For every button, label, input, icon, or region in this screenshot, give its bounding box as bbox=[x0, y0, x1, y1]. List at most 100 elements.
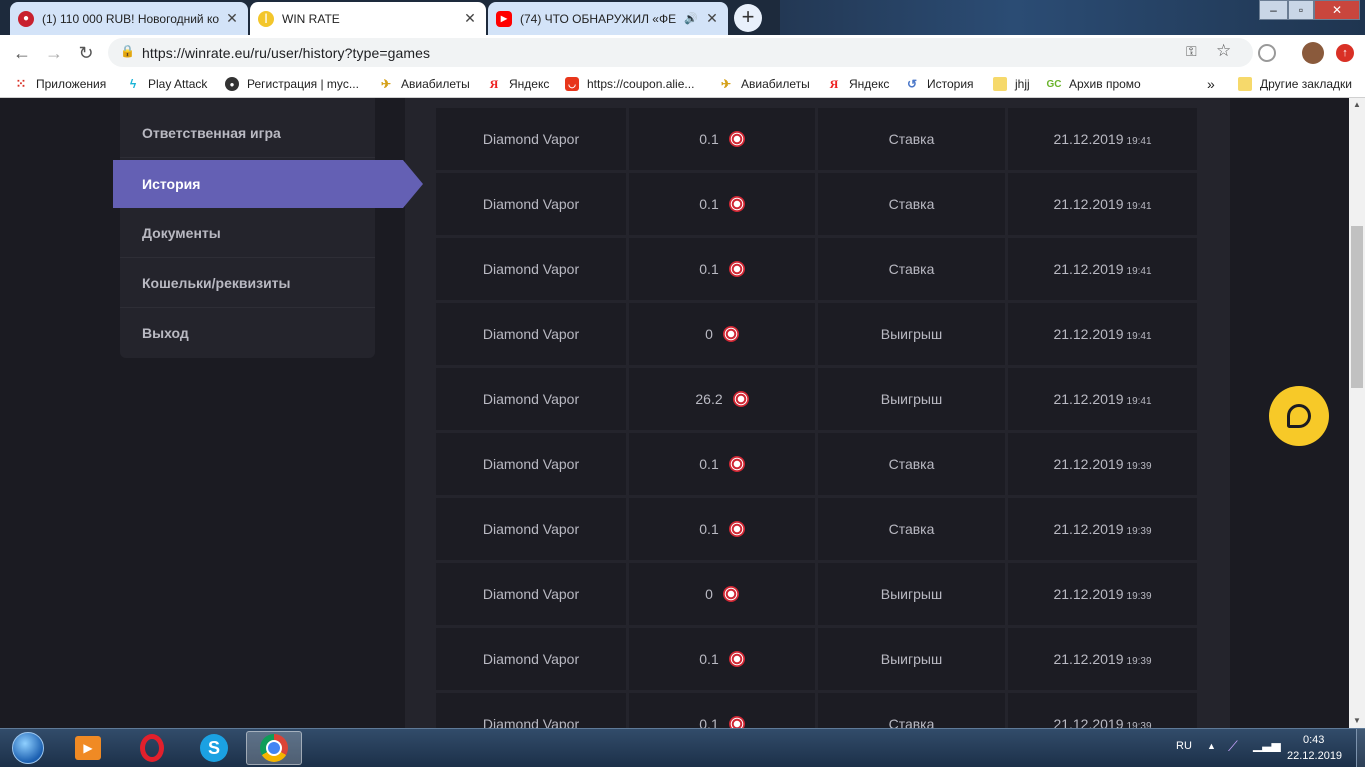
close-tab-icon[interactable]: ✕ bbox=[704, 10, 720, 27]
tab-youtube[interactable]: ▶ (74) ЧТО ОБНАРУЖИЛ «ФЕ 🔊 ✕ bbox=[488, 2, 728, 35]
tab-title: (74) ЧТО ОБНАРУЖИЛ «ФЕ bbox=[520, 11, 677, 26]
address-bar[interactable]: 🔒 https://winrate.eu/ru/user/history?typ… bbox=[108, 38, 1253, 67]
opera-icon: ● bbox=[18, 10, 34, 27]
taskbar-skype[interactable]: S bbox=[186, 731, 242, 765]
update-icon[interactable]: ↑ bbox=[1336, 44, 1354, 62]
bookmark-yandex-2[interactable]: Я Яндекс bbox=[827, 76, 890, 92]
bookmark-history[interactable]: ↺ История bbox=[905, 76, 974, 92]
chat-button[interactable] bbox=[1269, 386, 1329, 446]
bookmark-jhjj[interactable]: jhjj bbox=[993, 76, 1030, 92]
bookmark-yandex-1[interactable]: Я Яндекс bbox=[487, 76, 550, 92]
clock-date[interactable]: 22.12.2019 bbox=[1287, 750, 1342, 762]
sidebar-item-documents[interactable]: Документы bbox=[120, 208, 375, 258]
datetime-cell: 21.12.2019 19:39 bbox=[1008, 433, 1197, 495]
apps-grid-icon: ⁙ bbox=[15, 76, 27, 91]
bookmark-play-attack[interactable]: ϟ Play Attack bbox=[126, 76, 208, 92]
bookmark-label: Яндекс bbox=[509, 77, 550, 91]
table-row: Diamond Vapor 0.1 Ставка 21.12.2019 19:39 bbox=[436, 693, 1197, 728]
windows-taskbar: ▶ S RU ▲ ⟋ ▁▃▅ 0:43 22.12.2019 bbox=[0, 728, 1365, 767]
bolt-icon: ϟ bbox=[129, 77, 137, 91]
time-value: 19:39 bbox=[1126, 721, 1152, 728]
sidebar-item-history[interactable]: История bbox=[113, 160, 423, 208]
table-row: Diamond Vapor 0.1 Ставка 21.12.2019 19:41 bbox=[436, 238, 1197, 300]
bookmarks-bar: ⁙ Приложения ϟ Play Attack ● Регистрация… bbox=[0, 70, 1365, 98]
bookmark-registration[interactable]: ● Регистрация | myc... bbox=[225, 76, 359, 92]
show-desktop-button[interactable] bbox=[1356, 729, 1365, 767]
new-tab-button[interactable]: + bbox=[734, 4, 762, 32]
chip-icon bbox=[722, 325, 739, 342]
reload-button[interactable]: ↻ bbox=[73, 40, 99, 66]
date-value: 21.12.2019 bbox=[1053, 391, 1124, 407]
url-text[interactable]: https://winrate.eu/ru/user/history?type=… bbox=[142, 45, 430, 61]
minimize-button[interactable]: – bbox=[1259, 0, 1288, 20]
more-bookmarks-button[interactable]: » bbox=[1207, 76, 1215, 92]
time-value: 19:39 bbox=[1126, 526, 1152, 537]
amount-value: 0 bbox=[705, 326, 713, 342]
date-value: 21.12.2019 bbox=[1053, 261, 1124, 277]
page-scrollbar[interactable]: ▲ ▼ bbox=[1349, 98, 1365, 728]
operation-type-cell: Ставка bbox=[818, 433, 1005, 495]
skype-icon: S bbox=[200, 734, 228, 762]
profile-avatar[interactable] bbox=[1302, 42, 1324, 64]
scroll-down-icon[interactable]: ▼ bbox=[1349, 714, 1365, 728]
time-value: 19:41 bbox=[1126, 331, 1152, 342]
account-sidebar: Ответственная игра Документы Кошельки/ре… bbox=[120, 98, 375, 358]
amount-value: 26.2 bbox=[695, 391, 723, 407]
close-tab-icon[interactable]: ✕ bbox=[224, 10, 240, 27]
sidebar-item-wallets[interactable]: Кошельки/реквизиты bbox=[120, 258, 375, 308]
datetime-cell: 21.12.2019 19:41 bbox=[1008, 238, 1197, 300]
youtube-icon: ▶ bbox=[496, 10, 512, 27]
chip-icon bbox=[728, 650, 745, 667]
globe-icon[interactable] bbox=[1258, 44, 1276, 62]
bookmark-star-icon[interactable]: ☆ bbox=[1216, 41, 1231, 61]
sidebar-item-logout[interactable]: Выход bbox=[120, 308, 375, 358]
date-value: 21.12.2019 bbox=[1053, 586, 1124, 602]
sidebar-item-responsible-gaming[interactable]: Ответственная игра bbox=[120, 108, 375, 158]
audio-playing-icon[interactable]: 🔊 bbox=[684, 12, 698, 25]
game-name-cell: Diamond Vapor bbox=[436, 238, 626, 300]
back-button[interactable]: ← bbox=[9, 40, 35, 66]
forward-button[interactable]: → bbox=[41, 40, 67, 66]
table-row: Diamond Vapor 26.2 Выигрыш 21.12.2019 19:41 bbox=[436, 368, 1197, 430]
feather-icon[interactable]: ⟋ bbox=[1228, 738, 1238, 755]
language-indicator[interactable]: RU bbox=[1176, 740, 1192, 752]
plane-icon: ✈ bbox=[380, 77, 392, 91]
operation-type-cell: Ставка bbox=[818, 693, 1005, 728]
datetime-cell: 21.12.2019 19:39 bbox=[1008, 498, 1197, 560]
date-value: 21.12.2019 bbox=[1053, 131, 1124, 147]
time-value: 19:39 bbox=[1126, 656, 1152, 667]
scroll-up-icon[interactable]: ▲ bbox=[1349, 98, 1365, 112]
gc-icon: GC bbox=[1046, 78, 1062, 90]
taskbar-chrome[interactable] bbox=[246, 731, 302, 765]
folder-icon bbox=[1238, 77, 1252, 91]
amount-value: 0.1 bbox=[699, 196, 719, 212]
game-name-cell: Diamond Vapor bbox=[436, 693, 626, 728]
date-value: 21.12.2019 bbox=[1053, 196, 1124, 212]
date-value: 21.12.2019 bbox=[1053, 521, 1124, 537]
tab-opera[interactable]: ● (1) 110 000 RUB! Новогодний ко ✕ bbox=[10, 2, 248, 35]
start-button[interactable] bbox=[0, 731, 56, 765]
table-row: Diamond Vapor 0.1 Ставка 21.12.2019 19:41 bbox=[436, 173, 1197, 235]
taskbar-media-player[interactable]: ▶ bbox=[60, 731, 116, 765]
taskbar-opera[interactable] bbox=[124, 731, 180, 765]
close-tab-icon[interactable]: ✕ bbox=[462, 10, 478, 27]
datetime-cell: 21.12.2019 19:41 bbox=[1008, 303, 1197, 365]
key-icon[interactable]: ⚿ bbox=[1186, 43, 1197, 60]
clock-time[interactable]: 0:43 bbox=[1303, 734, 1324, 746]
tray-expand-icon[interactable]: ▲ bbox=[1207, 741, 1216, 751]
bookmark-aliexpress[interactable]: ◡ https://coupon.alie... bbox=[565, 76, 694, 92]
maximize-button[interactable]: ▫ bbox=[1288, 0, 1314, 20]
window-close-button[interactable]: ✕ bbox=[1314, 0, 1360, 20]
amount-value: 0 bbox=[705, 586, 713, 602]
bookmark-aviabilety-2[interactable]: ✈ Авиабилеты bbox=[719, 76, 810, 92]
bookmark-apps[interactable]: ⁙ Приложения bbox=[14, 76, 107, 92]
scrollbar-thumb[interactable] bbox=[1351, 226, 1363, 388]
tab-winrate[interactable]: | WIN RATE ✕ bbox=[250, 2, 486, 35]
other-bookmarks[interactable]: Другие закладки bbox=[1238, 76, 1352, 92]
bookmark-archive-promo[interactable]: GC Архив промо bbox=[1047, 76, 1141, 92]
operation-type-cell: Ставка bbox=[818, 173, 1005, 235]
game-name-cell: Diamond Vapor bbox=[436, 173, 626, 235]
network-signal-icon[interactable]: ▁▃▅ bbox=[1253, 738, 1281, 752]
bookmark-aviabilety-1[interactable]: ✈ Авиабилеты bbox=[379, 76, 470, 92]
game-name-cell: Diamond Vapor bbox=[436, 628, 626, 690]
